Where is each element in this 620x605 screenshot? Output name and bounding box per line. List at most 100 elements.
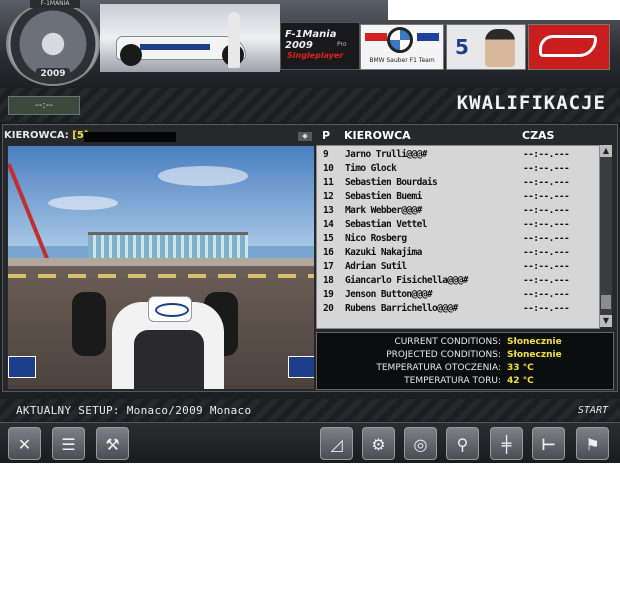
row-time: --:--.--- — [523, 177, 570, 188]
camera-toggle-icon[interactable]: ◆ — [298, 132, 312, 141]
row-time: --:--.--- — [523, 163, 570, 174]
row-time: --:--.--- — [523, 205, 570, 216]
row-driver: Giancarlo Fisichella@@@# — [345, 275, 468, 286]
row-position: 17 — [323, 261, 334, 272]
track-temperature-value: 42 °C — [507, 376, 534, 386]
ambient-temperature-label: TEMPERATURA OTOCZENIA: — [376, 363, 501, 373]
row-driver: Sebastian Vettel — [345, 219, 428, 230]
track-kerb — [8, 274, 314, 278]
table-row[interactable]: 20 Rubens Barrichello@@@# --:--.--- — [317, 302, 599, 316]
gearbox-icon[interactable]: ╪ — [490, 427, 523, 460]
current-conditions-value: Słonecznie — [507, 337, 562, 347]
row-driver: Sebastien Buemi — [345, 191, 422, 202]
table-row[interactable]: 16 Kazuki Nakajima --:--.--- — [317, 246, 599, 260]
pit-crew-icon[interactable]: ⚒ — [96, 427, 129, 460]
row-time: --:--.--- — [523, 289, 570, 300]
row-time: --:--.--- — [523, 261, 570, 272]
row-time: --:--.--- — [523, 219, 570, 230]
row-position: 10 — [323, 163, 334, 174]
lap-time-display: --:-- — [8, 96, 80, 115]
row-position: 19 — [323, 289, 334, 300]
graph-icon[interactable]: ◿ — [320, 427, 353, 460]
table-row[interactable]: 19 Jenson Button@@@# --:--.--- — [317, 288, 599, 302]
track-map-box — [528, 24, 610, 70]
track-outline-icon — [539, 35, 597, 57]
game-edition: Pro — [337, 41, 347, 48]
table-row[interactable]: 15 Nico Rosberg --:--.--- — [317, 232, 599, 246]
barrier-wall — [8, 258, 314, 266]
row-position: 15 — [323, 233, 334, 244]
column-header-driver: KIEROWCA — [344, 129, 411, 142]
table-row[interactable]: 14 Sebastian Vettel --:--.--- — [317, 218, 599, 232]
row-driver: Jenson Button@@@# — [345, 289, 433, 300]
clipboard-icon[interactable]: ☰ — [52, 427, 85, 460]
driver-portrait-box: 5 — [446, 24, 526, 70]
car-banner-image — [100, 4, 280, 72]
suspension-icon[interactable]: ⊢ — [532, 427, 565, 460]
driver-portrait — [485, 29, 515, 67]
column-header-time: CZAS — [522, 129, 555, 142]
row-position: 13 — [323, 205, 334, 216]
table-row[interactable]: 18 Giancarlo Fisichella@@@# --:--.--- — [317, 274, 599, 288]
table-scrollbar[interactable]: ▲ ▼ — [600, 145, 612, 327]
scroll-up-icon[interactable]: ▲ — [600, 145, 612, 157]
car-number: 5 — [455, 35, 469, 59]
game-screen: F-1MANIA 2009 F-1Mania 2009 Pro Singlepl… — [0, 0, 620, 463]
row-time: --:--.--- — [523, 149, 570, 160]
checkered-flag-icon[interactable]: ⚑ — [576, 427, 609, 460]
conditions-panel: CURRENT CONDITIONS: Słonecznie PROJECTED… — [316, 332, 614, 390]
ambient-temperature-value: 33 °C — [507, 363, 534, 373]
driver-name-slot — [84, 132, 176, 142]
table-row[interactable]: 17 Adrian Sutil --:--.--- — [317, 260, 599, 274]
right-mirror — [288, 356, 314, 378]
row-position: 14 — [323, 219, 334, 230]
driver-label: KIEROWCA: — [4, 130, 69, 141]
cloud — [48, 196, 118, 210]
close-icon[interactable]: ✕ — [8, 427, 41, 460]
driver-selector: KIEROWCA: [5] ◆ — [4, 130, 312, 144]
bmw-logo-icon — [387, 27, 413, 53]
wrench-icon[interactable]: ⚲ — [446, 427, 479, 460]
row-driver: Rubens Barrichello@@@# — [345, 303, 458, 314]
driver-figure — [228, 12, 240, 68]
team-badge: BMW Sauber F1 Team — [360, 24, 444, 70]
bottom-toolbar — [0, 422, 620, 463]
team-name: BMW Sauber F1 Team — [369, 57, 435, 64]
row-time: --:--.--- — [523, 303, 570, 314]
table-row[interactable]: 12 Sebastien Buemi --:--.--- — [317, 190, 599, 204]
current-setup-label: AKTUALNY SETUP: Monaco/2009 Monaco — [16, 404, 252, 417]
cockpit-view — [8, 146, 314, 389]
scroll-down-icon[interactable]: ▼ — [600, 315, 612, 327]
current-conditions-label: CURRENT CONDITIONS: — [394, 337, 501, 347]
cloud — [158, 166, 248, 186]
left-mirror — [8, 356, 36, 378]
game-mode: Singleplayer — [287, 51, 344, 60]
start-button[interactable]: START — [578, 405, 608, 416]
engine-icon[interactable]: ⚙ — [362, 427, 395, 460]
row-driver: Nico Rosberg — [345, 233, 407, 244]
timing-table-body[interactable]: 9 Jarno Trulli@@@# --:--.--- 10 Timo Glo… — [316, 145, 600, 329]
row-driver: Timo Glock — [345, 163, 397, 174]
projected-conditions-label: PROJECTED CONDITIONS: — [386, 350, 501, 360]
row-driver: Adrian Sutil — [345, 261, 407, 272]
header-banner: F-1MANIA 2009 F-1Mania 2009 Pro Singlepl… — [0, 0, 620, 88]
table-row[interactable]: 13 Mark Webber@@@# --:--.--- — [317, 204, 599, 218]
row-driver: Jarno Trulli@@@# — [345, 149, 428, 160]
table-row[interactable]: 9 Jarno Trulli@@@# --:--.--- — [317, 148, 599, 162]
timing-table: P KIEROWCA CZAS 9 Jarno Trulli@@@# --:--… — [316, 129, 612, 329]
wheel-year: 2009 — [36, 68, 70, 81]
cockpit-interior — [134, 330, 204, 389]
game-title: F-1Mania 2009 — [285, 29, 337, 51]
header-blank-area — [388, 0, 620, 20]
row-position: 9 — [323, 149, 329, 160]
car-stripe — [140, 44, 210, 50]
table-row[interactable]: 10 Timo Glock --:--.--- — [317, 162, 599, 176]
row-position: 11 — [323, 177, 334, 188]
sponsor-logo-icon — [155, 303, 189, 317]
tyre-icon[interactable]: ◎ — [404, 427, 437, 460]
row-driver: Kazuki Nakajima — [345, 247, 422, 258]
table-row[interactable]: 11 Sebastien Bourdais --:--.--- — [317, 176, 599, 190]
row-time: --:--.--- — [523, 275, 570, 286]
row-position: 12 — [323, 191, 334, 202]
scroll-thumb[interactable] — [601, 295, 611, 309]
